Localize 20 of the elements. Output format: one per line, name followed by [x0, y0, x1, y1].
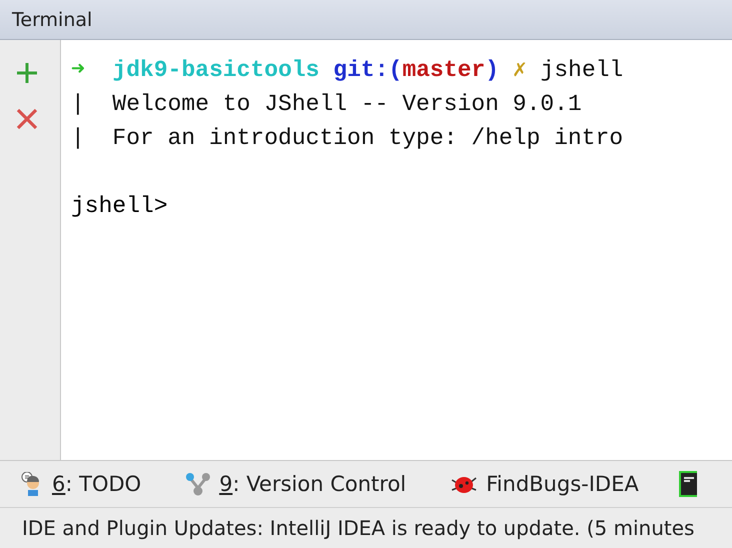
findbugs-tool-button[interactable]: FindBugs-IDEA: [450, 472, 639, 496]
terminal-text: | For an introduction type: /help intro: [71, 125, 624, 151]
terminal-icon: [678, 471, 697, 497]
terminal-text: | Welcome to JShell -- Version 9.0.1: [71, 91, 582, 117]
terminal-tool-button[interactable]: [678, 471, 697, 497]
terminal-text: jshell: [540, 57, 624, 83]
git-label: git:(: [333, 57, 402, 83]
directory-name: jdk9-basictools: [112, 57, 320, 83]
branch-name: master: [402, 57, 486, 83]
todo-tool-button[interactable]: 6: TODO: [20, 472, 142, 496]
close-icon[interactable]: [16, 108, 38, 130]
shell-prompt: jshell>: [71, 193, 168, 219]
prompt-arrow: ➜: [71, 57, 86, 83]
add-icon[interactable]: [16, 62, 38, 84]
vcs-tool-button[interactable]: 9: Version Control: [185, 472, 406, 496]
dirty-mark: ✗: [512, 57, 528, 83]
git-label: ): [485, 57, 500, 83]
status-message: IDE and Plugin Updates: IntelliJ IDEA is ready to update. (5 minutes: [22, 516, 694, 540]
panel-title: Terminal: [12, 8, 92, 30]
branch-icon: [185, 472, 212, 496]
